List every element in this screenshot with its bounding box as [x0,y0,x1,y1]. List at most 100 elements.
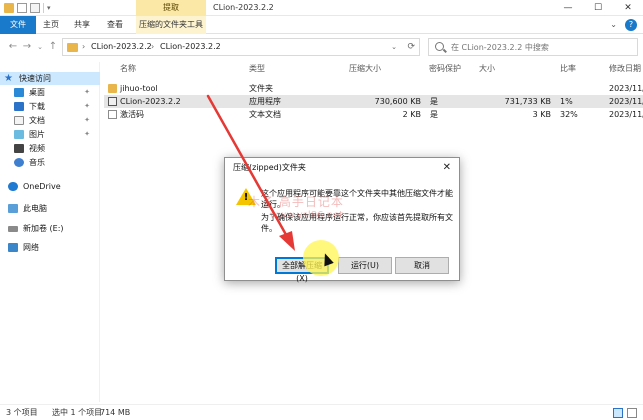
title-bar: ▾ 提取 CLion-2023.2.2 — ☐ ✕ [0,0,643,16]
sidebar-item-label: 文档 [29,116,45,125]
file-date: 2023/11/ [609,110,643,119]
dialog-close-button[interactable]: ✕ [443,158,451,178]
ribbon-right-controls: ⌄ ? [610,16,637,34]
sidebar-item-downloads[interactable]: 下载 ✦ [0,100,100,113]
column-header-password[interactable]: 密码保护 [429,62,461,76]
quick-access-toolbar: ▾ [4,3,53,13]
column-header-packed-size[interactable]: 压缩大小 [349,62,381,76]
file-type: 文件夹 [249,84,273,93]
breadcrumb-item[interactable]: CLion-2023.2.2 [91,39,152,55]
sidebar-item-label: 网络 [23,243,39,252]
application-icon [108,97,117,106]
sidebar-item-network[interactable]: 网络 [0,241,100,254]
pin-icon[interactable]: ✦ [84,114,90,127]
window-title: CLion-2023.2.2 [213,3,274,12]
divider [43,3,44,13]
sidebar-item-quick-access[interactable]: ★ 快速访问 [0,72,100,85]
tab-file[interactable]: 文件 [0,16,36,34]
cloud-icon [8,182,18,191]
recent-locations-button[interactable]: ⌄ [33,40,47,54]
sidebar-item-drive-e[interactable]: 新加卷 (E:) [0,222,100,235]
breadcrumb-item[interactable]: CLion-2023.2.2 [160,39,221,55]
pin-icon[interactable]: ✦ [84,128,90,141]
sidebar-item-label: 下载 [29,102,45,111]
sidebar-item-label: 音乐 [29,158,45,167]
dialog-title: 压缩(zipped)文件夹 [233,163,306,172]
close-button[interactable]: ✕ [613,0,643,16]
file-type: 文本文档 [249,110,281,119]
file-row[interactable]: jihuo-tool 文件夹 2023/11/ [104,82,643,95]
run-button[interactable]: 运行(U) [338,257,392,274]
file-password: 是 [430,110,438,119]
expand-ribbon-icon[interactable]: ⌄ [610,16,617,34]
maximize-button[interactable]: ☐ [583,0,613,16]
tab-view[interactable]: 查看 [98,16,132,34]
sidebar-item-videos[interactable]: 视频 [0,142,100,155]
search-box[interactable] [428,38,638,56]
dialog-body: ! 这个应用程序可能要靠这个文件夹中其他压缩文件才能运行。 为了确保该应用程序运… [225,178,459,283]
folder-icon[interactable] [4,3,14,13]
cancel-button[interactable]: 取消 [395,257,449,274]
file-date: 2023/11/ [609,84,643,93]
warning-icon-mark: ! [243,192,249,203]
file-size: 731,733 KB [504,97,551,106]
search-icon [435,42,444,51]
details-view-icon[interactable] [613,408,623,418]
up-button[interactable]: ↑ [46,40,60,54]
sidebar-item-pictures[interactable]: 图片 ✦ [0,128,100,141]
file-name: 激活码 [120,110,144,119]
file-name: CLion-2023.2.2 [120,97,181,106]
text-file-icon [108,110,117,119]
sidebar-item-desktop[interactable]: 桌面 ✦ [0,86,100,99]
address-row: ← → ⌄ ↑ › CLion-2023.2.2 › CLion-2023.2.… [0,34,643,60]
breadcrumb-separator[interactable]: › [151,39,154,55]
column-header-name[interactable]: 名称 [120,62,136,76]
back-button[interactable]: ← [6,40,20,54]
tab-home[interactable]: 主页 [36,16,66,34]
new-folder-icon[interactable] [30,3,40,13]
properties-icon[interactable] [17,3,27,13]
pin-icon[interactable]: ✦ [84,100,90,113]
desktop-icon [14,88,24,97]
folder-icon [67,43,78,52]
large-icons-view-icon[interactable] [627,408,637,418]
breadcrumb-separator[interactable]: › [82,39,85,55]
sidebar-item-label: 视频 [29,144,45,153]
item-count: 3 个项目 [6,408,38,417]
minimize-button[interactable]: — [553,0,583,16]
file-packed-size: 730,600 KB [374,97,421,106]
tab-share[interactable]: 共享 [66,16,98,34]
navigation-pane: ★ 快速访问 桌面 ✦ 下载 ✦ 文档 ✦ 图片 ✦ 视频 音乐 OneDriv… [0,62,100,402]
pictures-icon [14,130,24,139]
sidebar-item-this-pc[interactable]: 此电脑 [0,202,100,215]
column-header-date[interactable]: 修改日期 [609,62,641,76]
column-header-type[interactable]: 类型 [249,62,265,76]
network-icon [8,243,18,252]
sidebar-item-music[interactable]: 音乐 [0,156,100,169]
sidebar-item-onedrive[interactable]: OneDrive [0,180,100,193]
file-row[interactable]: CLion-2023.2.2 应用程序 730,600 KB 是 731,733… [104,95,643,108]
column-header-ratio[interactable]: 比率 [560,62,576,76]
dialog-message-line: 为了确保该应用程序运行正常，你应该首先提取所有文件。 [261,213,453,233]
file-packed-size [349,82,421,95]
refresh-icon[interactable]: ⟳ [407,39,415,55]
search-input[interactable] [451,40,631,54]
chevron-down-icon[interactable]: ⌄ [391,39,397,55]
pin-icon[interactable]: ✦ [84,86,90,99]
window-controls: — ☐ ✕ [553,0,643,16]
folder-icon [108,84,117,93]
dialog-title-bar: 压缩(zipped)文件夹 ✕ [225,158,459,178]
tab-compressed-folder-tools[interactable]: 压缩的文件夹工具 [136,16,206,34]
forward-button[interactable]: → [20,40,34,54]
file-name: jihuo-tool [120,84,158,93]
file-row[interactable]: 激活码 文本文档 2 KB 是 3 KB 32% 2023/11/ [104,108,643,121]
address-bar[interactable]: › CLion-2023.2.2 › CLion-2023.2.2 ⌄ ⟳ [62,38,420,56]
file-ratio: 32% [560,110,578,119]
column-header-size[interactable]: 大小 [479,62,495,76]
dialog-message-line: 这个应用程序可能要靠这个文件夹中其他压缩文件才能运行。 [261,189,453,209]
sidebar-item-documents[interactable]: 文档 ✦ [0,114,100,127]
sidebar-item-label: 桌面 [29,88,45,97]
extract-context-tab[interactable]: 提取 [136,0,206,16]
chevron-down-icon[interactable]: ▾ [47,3,53,13]
help-icon[interactable]: ? [625,19,637,31]
